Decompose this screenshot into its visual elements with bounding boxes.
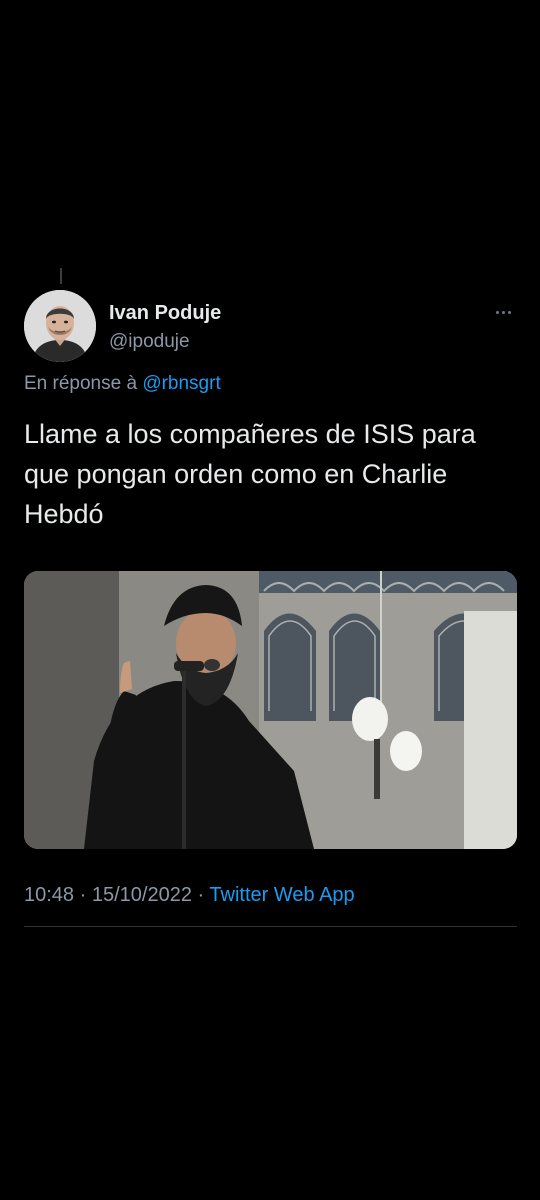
meta-separator: · (79, 884, 87, 906)
author-name[interactable]: Ivan Poduje (109, 302, 221, 325)
tweet-text: Llame a los compañeres de ISIS para que … (24, 419, 476, 529)
dot (507, 310, 511, 314)
reply-mention-link[interactable]: @rbnsgrt (142, 373, 220, 394)
divider (24, 926, 517, 927)
reply-context: En réponse à @rbnsgrt (24, 373, 221, 395)
tweet-metadata: 10:48 · 15/10/2022 · Twitter Web App (24, 884, 355, 907)
more-options-icon[interactable] (488, 302, 518, 322)
reply-prefix: En réponse à (24, 373, 138, 394)
meta-separator: · (197, 884, 205, 906)
dot (501, 310, 505, 314)
tweet-image[interactable] (24, 571, 517, 849)
author-handle[interactable]: @ipoduje (109, 331, 190, 353)
tweet-source-link[interactable]: Twitter Web App (209, 884, 354, 906)
thread-connector-line (60, 268, 62, 284)
tweet-time[interactable]: 10:48 (24, 884, 74, 906)
avatar[interactable] (24, 290, 96, 362)
tweet-date[interactable]: 15/10/2022 (92, 884, 192, 906)
dot (495, 310, 499, 314)
